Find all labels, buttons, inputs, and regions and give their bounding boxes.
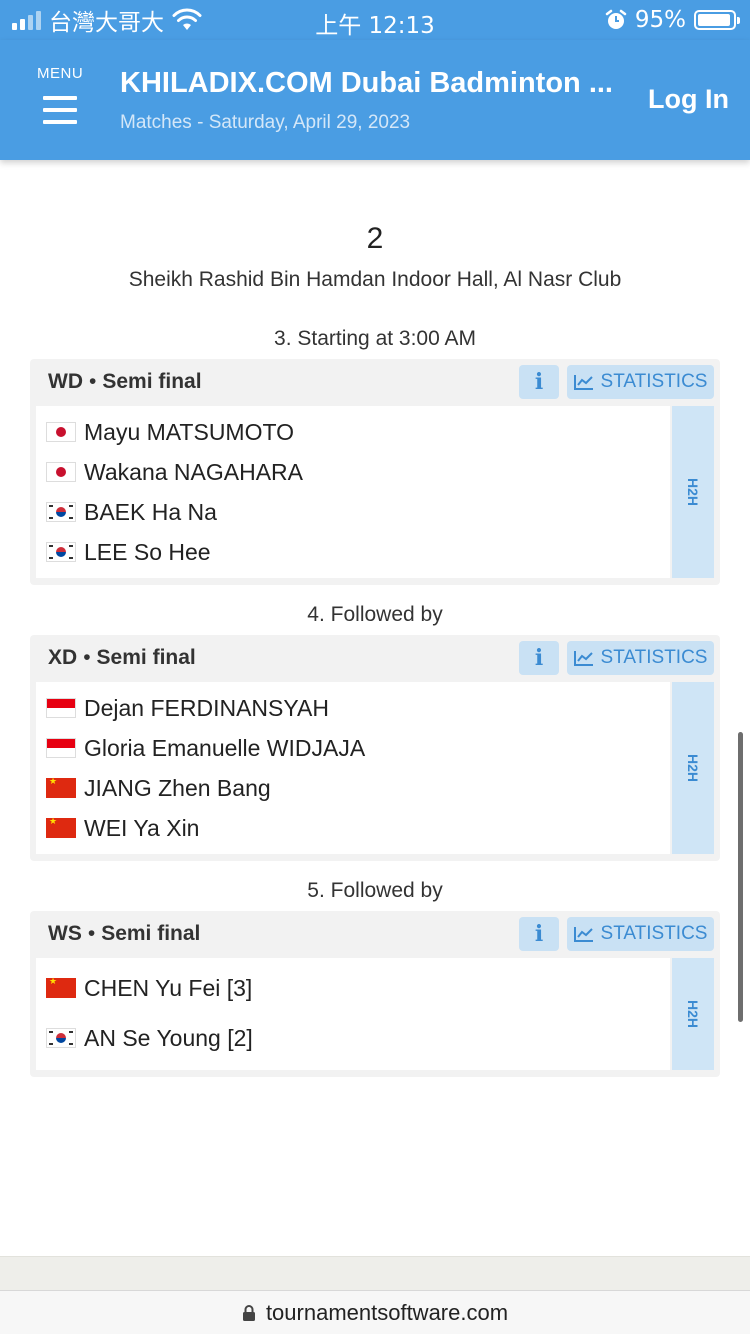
battery-percent: 95% [634,7,686,33]
statistics-button[interactable]: STATISTICS [567,641,714,675]
player-name: Gloria Emanuelle WIDJAJA [84,734,366,761]
china-flag-icon [46,817,76,838]
url-text: tournamentsoftware.com [265,1299,509,1325]
match-header: WD • Semi final i STATISTICS [30,359,720,405]
japan-flag-icon [46,422,76,442]
player-row[interactable]: Wakana NAGAHARA [46,457,303,487]
match-event: WD • Semi final [48,370,202,393]
player-row[interactable]: Mayu MATSUMOTO [46,417,294,447]
korea-flag-icon [46,542,76,562]
player-row[interactable]: WEI Ya Xin [46,813,199,843]
player-row[interactable]: AN Se Young [2] [46,1023,253,1053]
match-players: Dejan FERDINANSYAH Gloria Emanuelle WIDJ… [36,682,670,854]
player-name: JIANG Zhen Bang [84,774,271,801]
page-subtitle: Matches - Saturday, April 29, 2023 [120,112,411,133]
statistics-button[interactable]: STATISTICS [567,917,714,951]
china-flag-icon [46,777,76,798]
lock-icon [242,1304,255,1321]
match-header: WS • Semi final i STATISTICS [30,911,720,957]
page-footer [0,1256,750,1290]
h2h-label: H2H [684,999,701,1029]
player-row[interactable]: LEE So Hee [46,537,211,567]
login-button[interactable]: Log In [648,84,729,115]
player-row[interactable]: CHEN Yu Fei [3] [46,973,252,1003]
match-players: Mayu MATSUMOTO Wakana NAGAHARA BAEK Ha N… [36,406,670,578]
chart-line-icon [573,927,593,942]
statistics-button[interactable]: STATISTICS [567,365,714,399]
match-caption: 3. Starting at 3:00 AM [274,327,476,350]
match-card: WS•Semi final i STATISTICS CHEN Yu Fei [… [30,911,720,1077]
player-name: Mayu MATSUMOTO [84,418,294,445]
indonesia-flag-icon [46,698,76,718]
player-name: Dejan FERDINANSYAH [84,694,329,721]
japan-flag-icon [46,462,76,482]
h2h-button[interactable]: H2H [672,682,714,854]
app-header: MENU KHILADIX.COM Dubai Badminton ... Ma… [0,40,750,160]
battery-icon [694,10,740,30]
match-event: WS • Semi final [48,922,201,945]
match-caption: 4. Followed by [307,603,443,626]
match-card: WD • Semi final i STATISTICS Mayu MATSUMOT… [30,359,720,585]
korea-flag-icon [46,502,76,522]
player-row[interactable]: BAEK Ha Na [46,497,217,527]
event-code: XD [48,646,78,669]
china-flag-icon [46,977,76,998]
player-row[interactable]: Gloria Emanuelle WIDJAJA [46,733,365,763]
alarm-icon [605,9,627,29]
info-button[interactable]: i [519,641,559,675]
round-name: Semi final [102,370,202,393]
player-name: WEI Ya Xin [84,814,200,841]
round-name: Semi final [96,646,196,669]
h2h-button[interactable]: H2H [672,406,714,578]
court-number: 2 [366,222,384,255]
event-code: WS [48,922,82,945]
player-row[interactable]: JIANG Zhen Bang [46,773,271,803]
statistics-label: STATISTICS [600,923,708,944]
browser-url-bar[interactable]: tournamentsoftware.com [0,1290,750,1334]
h2h-label: H2H [684,477,701,507]
match-caption: 5. Followed by [307,879,443,902]
chart-line-icon [573,375,593,390]
page-title[interactable]: KHILADIX.COM Dubai Badminton ... [120,67,632,100]
player-name: BAEK Ha Na [84,498,217,525]
info-button[interactable]: i [519,917,559,951]
chart-line-icon [573,651,593,666]
match-header: XD • Semi final i STATISTICS [30,635,720,681]
h2h-label: H2H [684,753,701,783]
menu-label[interactable]: MENU [37,65,83,82]
player-row[interactable]: Dejan FERDINANSYAH [46,693,329,723]
match-event: XD • Semi final [48,646,196,669]
h2h-button[interactable]: H2H [672,958,714,1070]
status-bar: 台灣大哥大 上午 12:13 95% [0,0,750,40]
info-button[interactable]: i [519,365,559,399]
status-right: 95% [605,6,740,34]
match-players: CHEN Yu Fei [3] AN Se Young [2] [36,958,670,1070]
korea-flag-icon [46,1028,76,1048]
hamburger-menu-icon[interactable] [43,96,77,124]
player-name: AN Se Young [2] [84,1024,253,1051]
match-card: XD • Semi final i STATISTICS Dejan FERDINA… [30,635,720,861]
indonesia-flag-icon [46,738,76,758]
statistics-label: STATISTICS [600,647,708,668]
player-name: Wakana NAGAHARA [84,458,303,485]
player-name: CHEN Yu Fei [3] [84,974,253,1001]
venue-name: Sheikh Rashid Bin Hamdan Indoor Hall, Al… [128,268,622,291]
event-code: WD [48,370,83,393]
round-name: Semi final [101,922,201,945]
scrollbar[interactable] [738,732,743,1022]
player-name: LEE So Hee [84,538,211,565]
statistics-label: STATISTICS [600,371,708,392]
